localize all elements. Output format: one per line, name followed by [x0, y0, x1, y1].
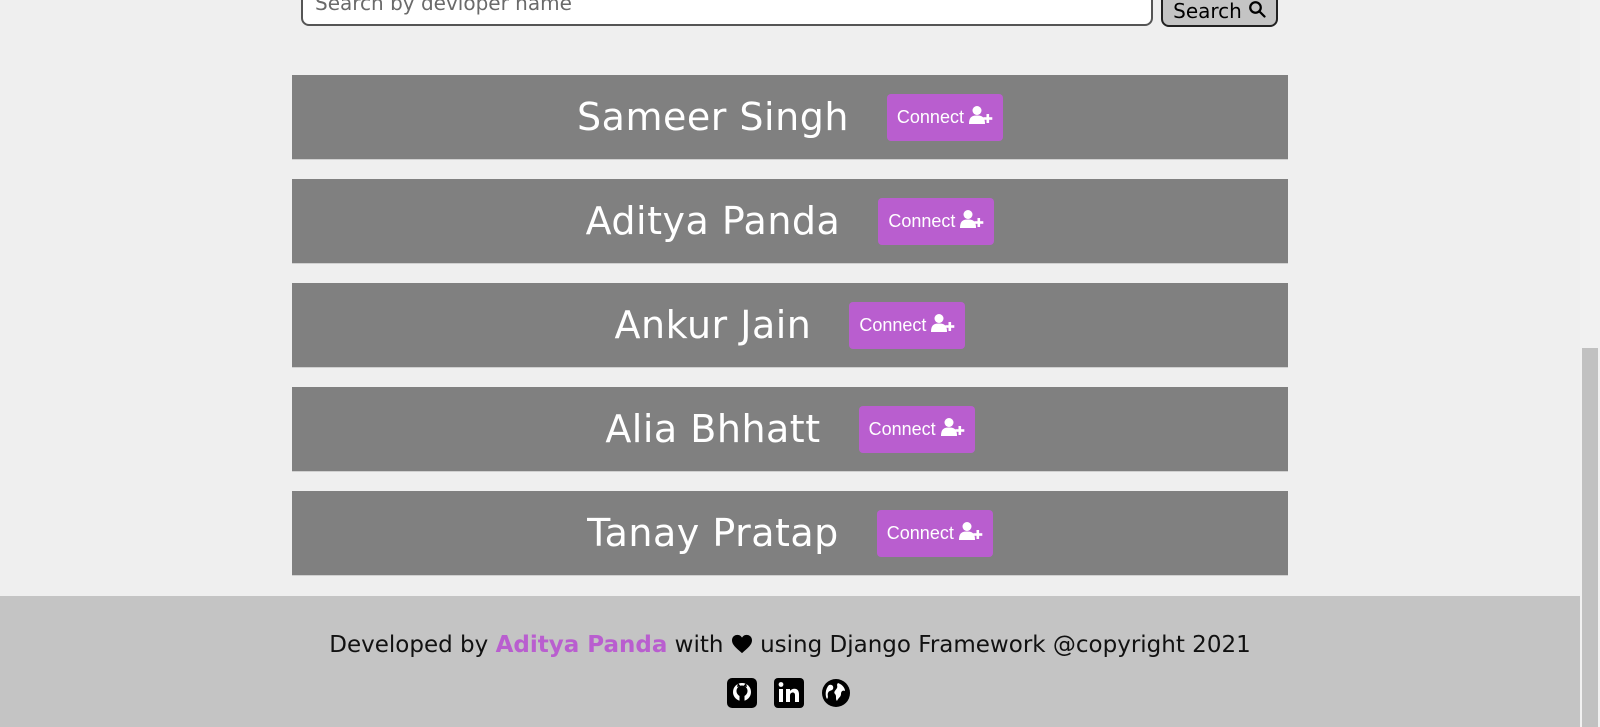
page: Search Sameer Singh Connect [0, 0, 1600, 727]
connect-button-label: Connect [886, 522, 954, 543]
developer-name: Sameer Singh [577, 95, 849, 139]
developer-card: Tanay Pratap Connect [292, 491, 1288, 576]
github-icon[interactable] [727, 678, 757, 708]
user-plus-icon [960, 209, 984, 234]
footer-prefix: Developed by [329, 632, 489, 658]
developer-name: Ankur Jain [614, 303, 812, 347]
user-plus-icon [968, 105, 993, 130]
social-links [727, 678, 851, 708]
search-field[interactable] [301, 0, 1153, 26]
search-icon [1248, 0, 1266, 23]
developer-card: Aditya Panda Connect [292, 179, 1288, 264]
search-button[interactable]: Search [1161, 0, 1278, 27]
connect-button[interactable]: Connect [886, 93, 1003, 141]
scrollbar-thumb[interactable] [1582, 348, 1598, 727]
connect-button[interactable]: Connect [849, 301, 966, 349]
search-button-label: Search [1173, 0, 1242, 23]
connect-button[interactable]: Connect [876, 509, 993, 557]
developer-card: Ankur Jain Connect [292, 283, 1288, 368]
connect-button-label: Connect [868, 418, 936, 439]
developer-name: Alia Bhhatt [605, 407, 821, 451]
developer-name: Aditya Panda [585, 199, 841, 243]
footer-middle: with [674, 632, 724, 658]
footer-suffix: using Django Framework @copyright 2021 [760, 632, 1251, 658]
developer-card: Sameer Singh Connect [292, 75, 1288, 160]
connect-button-label: Connect [888, 210, 956, 231]
developer-name: Tanay Pratap [587, 511, 839, 555]
developer-card: Alia Bhhatt Connect [292, 387, 1288, 472]
user-plus-icon [958, 521, 983, 546]
user-plus-icon [940, 417, 965, 442]
developer-list: Sameer Singh Connect Aditya Panda Connec… [292, 75, 1288, 595]
connect-button-label: Connect [896, 106, 964, 127]
heart-icon [731, 632, 760, 658]
connect-button-label: Connect [859, 314, 927, 335]
footer: Developed by Aditya Panda with using Dja… [0, 596, 1580, 727]
linkedin-icon[interactable] [774, 678, 804, 708]
connect-button[interactable]: Connect [878, 197, 995, 245]
user-plus-icon [931, 313, 955, 338]
footer-author-link[interactable]: Aditya Panda [496, 632, 668, 658]
search-input[interactable] [303, 0, 1151, 24]
connect-button[interactable]: Connect [858, 405, 975, 453]
footer-credit: Developed by Aditya Panda with using Dja… [0, 632, 1580, 658]
vertical-scrollbar[interactable] [1580, 0, 1600, 727]
globe-icon[interactable] [821, 678, 851, 708]
